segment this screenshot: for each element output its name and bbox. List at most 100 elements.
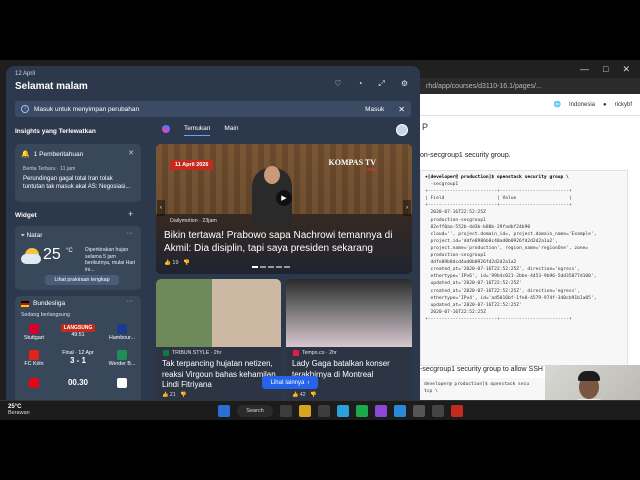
- news-image: [286, 279, 412, 347]
- away-team: Hambour...: [109, 335, 135, 341]
- close-notification-icon[interactable]: ✕: [128, 149, 134, 157]
- language-select[interactable]: Indonesia: [569, 102, 595, 108]
- panel-greeting: Selamat malam: [15, 81, 88, 92]
- weather-widget[interactable]: ⌖ Natar ··· 25 °C Diperkirakan hujan sel…: [15, 226, 141, 290]
- start-icon[interactable]: [218, 405, 230, 417]
- arrow-right-icon: ›: [307, 379, 310, 386]
- news-reactions: 👍 42 👎: [292, 392, 317, 398]
- signin-button[interactable]: Masuk: [365, 106, 384, 113]
- terminal-line: 2020-07-16T22:52:25Z: [425, 210, 486, 216]
- date-badge: 11 April 2026: [170, 160, 214, 170]
- instruction-text-1: on-secgroup1 security group.: [420, 152, 511, 159]
- terminal-line: production-secgroup1: [425, 253, 486, 259]
- cloud-icon: [21, 254, 41, 264]
- app-icon[interactable]: [432, 405, 444, 417]
- terminal-line: updated_at='2020-07-16T22:52:25Z': [425, 281, 522, 287]
- more-options-icon[interactable]: ···: [126, 298, 133, 305]
- notification-header: 1 Pemberitahuan: [33, 150, 84, 158]
- terminal-line: created_at='2020-07-16T22:52:25Z', direc…: [425, 267, 580, 273]
- user-name[interactable]: rickybf: [615, 102, 632, 108]
- match-time: 49:51: [71, 332, 85, 338]
- taskbar: 25°C Berawan Search: [0, 400, 640, 420]
- publisher-icon: [163, 350, 169, 356]
- chevron-left-icon[interactable]: ‹: [157, 200, 165, 216]
- terminal-line: +-------------------------+-------------…: [425, 203, 572, 209]
- avatar[interactable]: [396, 124, 408, 136]
- full-forecast-button[interactable]: Lihat prakiraan lengkap: [45, 275, 119, 285]
- panel-date: 12 April: [15, 71, 36, 77]
- match-score: 00.30: [67, 378, 89, 387]
- terminal-icon[interactable]: [318, 405, 330, 417]
- carousel-dots: [252, 266, 290, 268]
- bulb-icon[interactable]: ◔: [358, 79, 363, 89]
- terminal-line: -secgroup1: [425, 182, 459, 188]
- match-row[interactable]: FC Köln Final · 12 Apr 3 - 1 Werder B...: [20, 350, 136, 370]
- team-logo-icon: [117, 378, 127, 388]
- add-widget-icon[interactable]: +: [128, 209, 133, 219]
- info-icon: i: [21, 105, 29, 113]
- terminal-line: ethertype='IPv6', id='99b4c021-2bbe-4453…: [425, 274, 597, 280]
- more-options-icon[interactable]: ···: [126, 230, 133, 237]
- address-bar[interactable]: rhd/app/courses/d3110-16.1/pages/...: [420, 78, 640, 94]
- widget-title: Widget: [15, 212, 37, 219]
- live-subtitle: Sedang berlangsung: [21, 312, 70, 318]
- file-explorer-icon[interactable]: [299, 405, 311, 417]
- terminal-line: production-secgroup1: [425, 217, 486, 223]
- panel-toolbar: ♡ ◔ ⤢ ⚙: [334, 79, 408, 89]
- news-reactions: 👍 21 👎: [162, 392, 187, 398]
- chrome-icon[interactable]: [356, 405, 368, 417]
- signin-text: Masuk untuk menyimpan perubahan: [34, 105, 140, 113]
- taskbar-weather[interactable]: 25°C Berawan: [8, 404, 30, 416]
- terminal-line: +-------------------------+-------------…: [425, 316, 572, 322]
- close-icon[interactable]: ✕: [622, 64, 630, 75]
- terminal-line: | Field | Value |: [425, 196, 572, 202]
- terminal-line: +[developer@ production]$ openstack secu…: [425, 175, 569, 180]
- weather-temp: 25: [43, 246, 61, 263]
- home-team: Stuttgart: [23, 335, 45, 341]
- close-banner-icon[interactable]: ✕: [398, 105, 405, 114]
- match-row[interactable]: 00.30: [20, 378, 136, 398]
- search-box[interactable]: Search: [237, 405, 273, 417]
- terminal-line: created_at='2020-07-16T22:52:25Z', direc…: [425, 288, 580, 294]
- terminal-line: ddfe89b8dcd4ad0b0926fd2d2d2a1a2: [425, 260, 517, 266]
- stuttgart-logo-icon: [29, 324, 39, 334]
- news-source: TRIBUN STYLE · 2hr: [172, 350, 222, 356]
- edge-icon[interactable]: [337, 405, 349, 417]
- notification-card[interactable]: 🔔 1 Pemberitahuan ✕ Berita Terbaru · 11 j…: [15, 144, 141, 202]
- terminal-line: project.id='ddfe8986b8c40ad0b0926fd2d2d2…: [425, 238, 558, 244]
- app-icon[interactable]: [394, 405, 406, 417]
- tab-temukan[interactable]: Temukan: [184, 125, 211, 136]
- gear-icon[interactable]: ⚙: [401, 79, 408, 89]
- copilot-icon: [162, 125, 170, 133]
- terminal-line: ethertype='IPv4', id='ad5016bf-1fe0-4579…: [425, 295, 597, 301]
- browser-window: — □ ✕ rhd/app/courses/d3110-16.1/pages/.…: [420, 60, 640, 402]
- match-row[interactable]: Stuttgart LANGSUNG 49:51 Hambour...: [20, 324, 136, 344]
- hero-source: Dailymotion · 23jam: [170, 218, 217, 224]
- chevron-right-icon[interactable]: ›: [403, 200, 411, 216]
- team-logo-icon: [29, 378, 39, 388]
- page-content: P on-secgroup1 security group. +[develop…: [420, 116, 640, 402]
- widgets-panel: 12 April Selamat malam ♡ ◔ ⤢ ⚙ i Masuk u…: [6, 66, 420, 406]
- live-badge: LANGSUNG: [60, 324, 96, 332]
- vscode-icon[interactable]: [375, 405, 387, 417]
- league-name: Bundesliga: [33, 300, 66, 307]
- sports-widget[interactable]: Bundesliga ··· Sedang berlangsung Stuttg…: [15, 296, 141, 406]
- minimize-icon[interactable]: —: [580, 64, 589, 74]
- maximize-icon[interactable]: □: [603, 64, 608, 74]
- terminal-line: cloud='', project.domain_id=, project.do…: [425, 231, 597, 237]
- weather-unit: °C: [66, 248, 73, 254]
- expand-icon[interactable]: ⤢: [378, 79, 384, 89]
- app-icon[interactable]: [451, 405, 463, 417]
- tab-main[interactable]: Main: [224, 125, 238, 136]
- heart-icon[interactable]: ♡: [334, 79, 341, 89]
- see-more-button[interactable]: Lihat lainnya ›: [262, 376, 318, 389]
- terminal-output-1: +[developer@ production]$ openstack secu…: [420, 170, 628, 366]
- hero-news-card[interactable]: 11 April 2026 KOMPAS TV LIVE ▶ ‹ › Dailym…: [156, 144, 412, 274]
- news-image: [156, 279, 281, 347]
- task-view-icon[interactable]: [280, 405, 292, 417]
- settings-icon[interactable]: [413, 405, 425, 417]
- play-icon[interactable]: ▶: [276, 190, 292, 206]
- bell-icon: 🔔: [21, 151, 30, 158]
- hero-title[interactable]: Bikin tertawa! Prabowo sapa Nachrowi tem…: [164, 229, 404, 255]
- news-source: Tempo.co · 2hr: [302, 350, 337, 356]
